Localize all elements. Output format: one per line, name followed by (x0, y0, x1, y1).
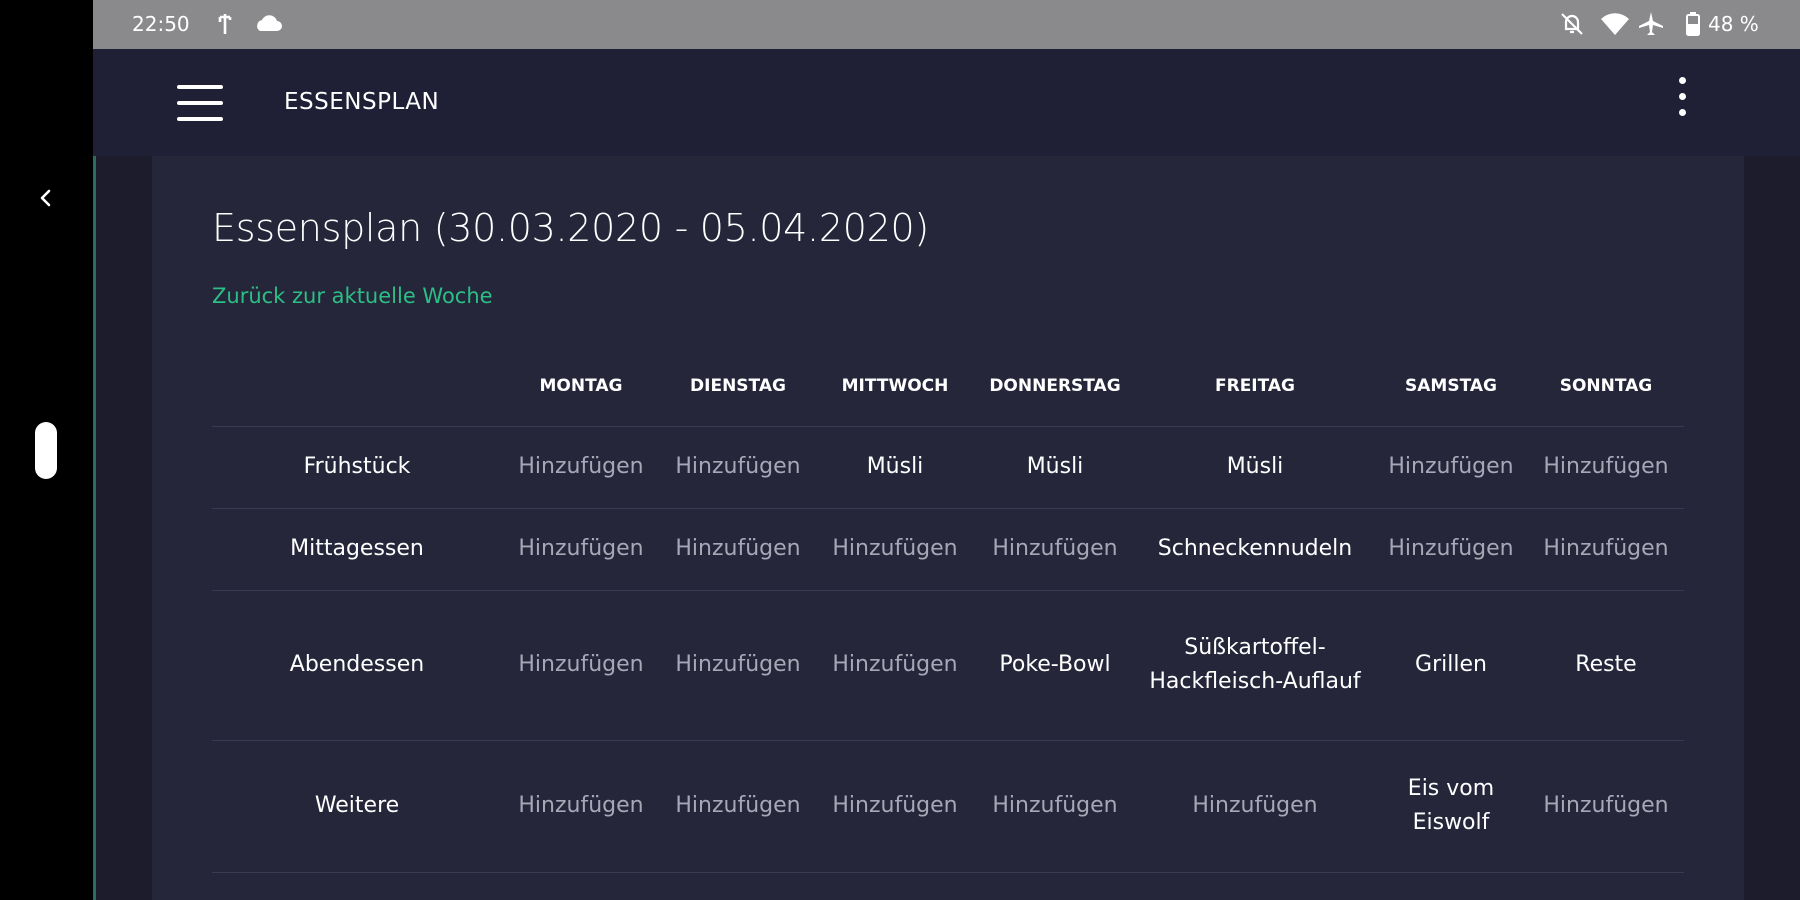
add-meal-button-monday[interactable]: Hinzufügen (502, 508, 660, 591)
table-row: Abendessen Hinzufügen Hinzufügen Hinzufügen… (212, 590, 1684, 741)
add-meal-button-tuesday[interactable]: Hinzufügen (660, 508, 816, 591)
meal-plan-table: MONTAG DIENSTAG MITTWOCH DONNERSTAG FREI… (212, 346, 1684, 873)
day-header-tuesday: DIENSTAG (660, 346, 816, 427)
table-row: Weitere Hinzufügen Hinzufügen Hinzufügen Hin… (212, 740, 1684, 873)
accent-line (93, 156, 96, 900)
notifications-off-icon (1561, 13, 1583, 35)
meal-entry-friday[interactable]: Müsli (1136, 426, 1374, 509)
menu-icon[interactable] (177, 85, 223, 121)
add-meal-button-thursday[interactable]: Hinzufügen (974, 740, 1136, 873)
navigation-bar (0, 0, 93, 900)
add-meal-button-saturday[interactable]: Hinzufügen (1374, 508, 1528, 591)
day-header-sunday: SONNTAG (1528, 346, 1684, 427)
meal-entry-thursday[interactable]: Poke-Bowl (974, 590, 1136, 741)
airplane-icon (1639, 12, 1663, 35)
meal-type-label: Mittagessen (212, 508, 502, 591)
meal-type-label: Abendessen (212, 590, 502, 741)
meal-type-label: Weitere (212, 740, 502, 873)
meal-plan-body: Frühstück Hinzufügen Hinzufügen Müsli Müsli M… (212, 426, 1684, 873)
add-meal-button-wednesday[interactable]: Hinzufügen (816, 740, 974, 873)
table-row: Mittagessen Hinzufügen Hinzufügen Hinzufüge… (212, 508, 1684, 591)
status-bar: 22:50 48 % (93, 0, 1800, 49)
battery-icon (1686, 12, 1700, 36)
back-icon[interactable] (34, 186, 58, 210)
wifi-icon (1601, 13, 1629, 35)
usb-icon (218, 14, 232, 34)
cloud-icon (257, 15, 282, 31)
day-header-friday: FREITAG (1136, 346, 1374, 427)
day-header-monday: MONTAG (502, 346, 660, 427)
table-header-row: MONTAG DIENSTAG MITTWOCH DONNERSTAG FREI… (212, 346, 1684, 427)
add-meal-button-sunday[interactable]: Hinzufügen (1528, 426, 1684, 509)
corner-cell (212, 346, 502, 427)
add-meal-button-sunday[interactable]: Hinzufügen (1528, 508, 1684, 591)
add-meal-button-wednesday[interactable]: Hinzufügen (816, 590, 974, 741)
add-meal-button-monday[interactable]: Hinzufügen (502, 426, 660, 509)
meal-entry-thursday[interactable]: Müsli (974, 426, 1136, 509)
meal-entry-friday[interactable]: Schneckennudeln (1136, 508, 1374, 591)
add-meal-button-monday[interactable]: Hinzufügen (502, 590, 660, 741)
home-pill[interactable] (35, 422, 57, 479)
add-meal-button-tuesday[interactable]: Hinzufügen (660, 740, 816, 873)
app-bar: ESSENSPLAN (93, 49, 1800, 156)
add-meal-button-sunday[interactable]: Hinzufügen (1528, 740, 1684, 873)
add-meal-button-friday[interactable]: Hinzufügen (1136, 740, 1374, 873)
battery-percentage: 48 % (1708, 12, 1759, 36)
add-meal-button-thursday[interactable]: Hinzufügen (974, 508, 1136, 591)
meal-entry-saturday[interactable]: Grillen (1374, 590, 1528, 741)
more-vert-icon[interactable] (1674, 77, 1690, 119)
status-time: 22:50 (132, 12, 190, 36)
back-to-current-week-link[interactable]: Zurück zur aktuelle Woche (212, 284, 493, 308)
meal-entry-wednesday[interactable]: Müsli (816, 426, 974, 509)
add-meal-button-tuesday[interactable]: Hinzufügen (660, 426, 816, 509)
add-meal-button-tuesday[interactable]: Hinzufügen (660, 590, 816, 741)
page-title: Essensplan (30.03.2020 - 05.04.2020) (212, 206, 929, 250)
app-title: ESSENSPLAN (284, 89, 440, 115)
meal-entry-sunday[interactable]: Reste (1528, 590, 1684, 741)
meal-entry-saturday[interactable]: Eis vom Eiswolf (1374, 740, 1528, 873)
day-header-thursday: DONNERSTAG (974, 346, 1136, 427)
day-header-wednesday: MITTWOCH (816, 346, 974, 427)
meal-entry-friday[interactable]: Süßkartoffel-Hackfleisch-Auflauf (1136, 590, 1374, 741)
meal-plan-card: Essensplan (30.03.2020 - 05.04.2020) Zur… (152, 156, 1744, 900)
add-meal-button-monday[interactable]: Hinzufügen (502, 740, 660, 873)
table-row: Frühstück Hinzufügen Hinzufügen Müsli Müsli M… (212, 426, 1684, 509)
add-meal-button-saturday[interactable]: Hinzufügen (1374, 426, 1528, 509)
day-header-saturday: SAMSTAG (1374, 346, 1528, 427)
meal-type-label: Frühstück (212, 426, 502, 509)
add-meal-button-wednesday[interactable]: Hinzufügen (816, 508, 974, 591)
